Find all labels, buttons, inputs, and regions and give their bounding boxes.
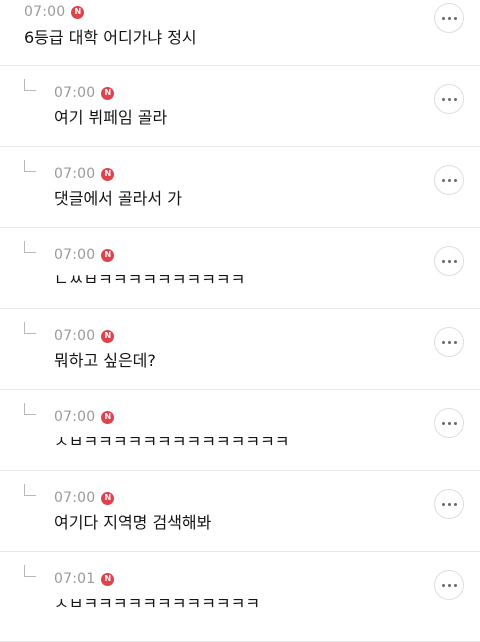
more-options-icon-dot bbox=[453, 502, 457, 506]
reply-corner-icon bbox=[24, 241, 36, 253]
more-options-button[interactable] bbox=[434, 489, 464, 519]
reply-meta: 07:01 N bbox=[54, 571, 115, 587]
more-options-button[interactable] bbox=[434, 84, 464, 114]
more-options-icon-dot bbox=[447, 340, 451, 344]
reply-timestamp: 07:00 bbox=[54, 85, 96, 101]
more-options-icon-dot bbox=[447, 16, 451, 20]
more-options-icon-dot bbox=[447, 178, 451, 182]
reply-timestamp: 07:00 bbox=[54, 166, 96, 182]
more-options-icon bbox=[441, 421, 445, 425]
new-badge-icon: N bbox=[71, 5, 85, 19]
reply-item: 07:00 N 여기다 지역명 검색해봐 bbox=[0, 471, 480, 552]
more-options-icon-dot bbox=[447, 583, 451, 587]
more-options-icon-dot bbox=[447, 259, 451, 263]
reply-corner-icon bbox=[24, 403, 36, 415]
reply-meta: 07:00 N bbox=[54, 247, 115, 263]
new-badge-icon: N bbox=[101, 248, 115, 262]
new-badge-icon: N bbox=[101, 410, 115, 424]
more-options-icon-dot bbox=[447, 97, 451, 101]
more-options-icon-dot bbox=[453, 16, 457, 20]
reply-meta: 07:00 N bbox=[54, 166, 115, 182]
more-options-icon-dot bbox=[453, 97, 457, 101]
comment-timestamp: 07:00 bbox=[24, 4, 66, 20]
reply-meta: 07:00 N bbox=[54, 85, 115, 101]
reply-item: 07:01 N ㅅㅂㅋㅋㅋㅋㅋㅋㅋㅋㅋㅋㅋㅋ bbox=[0, 552, 480, 642]
more-options-icon-dot bbox=[447, 421, 451, 425]
more-options-icon bbox=[441, 583, 445, 587]
reply-text: ㄴㅆㅂㅋㅋㅋㅋㅋㅋㅋㅋㅋㅋ bbox=[54, 270, 246, 289]
reply-text: 댓글에서 골라서 가 bbox=[54, 189, 182, 208]
new-badge-icon: N bbox=[101, 86, 115, 100]
new-badge-icon: N bbox=[101, 491, 115, 505]
reply-item: 07:00 N 여기 뷔페임 골라 bbox=[0, 66, 480, 147]
more-options-icon-dot bbox=[453, 259, 457, 263]
more-options-button[interactable] bbox=[434, 246, 464, 276]
more-options-icon bbox=[441, 97, 445, 101]
more-options-button[interactable] bbox=[434, 327, 464, 357]
more-options-icon bbox=[441, 259, 445, 263]
reply-meta: 07:00 N bbox=[54, 328, 115, 344]
more-options-icon bbox=[441, 178, 445, 182]
new-badge-icon: N bbox=[101, 167, 115, 181]
reply-item: 07:00 N ㅅㅂㅋㅋㅋㅋㅋㅋㅋㅋㅋㅋㅋㅋㅋㅋ bbox=[0, 390, 480, 471]
comment-text: 6등급 대학 어디가냐 정시 bbox=[24, 28, 197, 47]
reply-text: 여기다 지역명 검색해봐 bbox=[54, 513, 212, 532]
reply-corner-icon bbox=[24, 565, 36, 577]
more-options-icon-dot bbox=[447, 502, 451, 506]
more-options-icon bbox=[441, 340, 445, 344]
reply-text: 여기 뷔페임 골라 bbox=[54, 108, 168, 127]
reply-timestamp: 07:00 bbox=[54, 247, 96, 263]
more-options-button[interactable] bbox=[434, 570, 464, 600]
more-options-icon-dot bbox=[453, 421, 457, 425]
more-options-icon-dot bbox=[453, 178, 457, 182]
reply-corner-icon bbox=[24, 322, 36, 334]
reply-timestamp: 07:00 bbox=[54, 409, 96, 425]
more-options-icon bbox=[441, 502, 445, 506]
reply-corner-icon bbox=[24, 160, 36, 172]
comment-meta: 07:00 N bbox=[24, 4, 85, 20]
comment-item: 07:00 N 6등급 대학 어디가냐 정시 bbox=[0, 0, 480, 66]
reply-text: ㅅㅂㅋㅋㅋㅋㅋㅋㅋㅋㅋㅋㅋㅋㅋㅋ bbox=[54, 432, 290, 451]
reply-meta: 07:00 N bbox=[54, 409, 115, 425]
more-options-icon-dot bbox=[453, 340, 457, 344]
reply-item: 07:00 N 뭐하고 싶은데? bbox=[0, 309, 480, 390]
new-badge-icon: N bbox=[101, 329, 115, 343]
more-options-button[interactable] bbox=[434, 165, 464, 195]
reply-corner-icon bbox=[24, 484, 36, 496]
reply-meta: 07:00 N bbox=[54, 490, 115, 506]
more-options-icon-dot bbox=[453, 583, 457, 587]
more-options-button[interactable] bbox=[434, 3, 464, 33]
reply-item: 07:00 N 댓글에서 골라서 가 bbox=[0, 147, 480, 228]
reply-timestamp: 07:00 bbox=[54, 328, 96, 344]
reply-text: ㅅㅂㅋㅋㅋㅋㅋㅋㅋㅋㅋㅋㅋㅋ bbox=[54, 594, 261, 613]
new-badge-icon: N bbox=[101, 572, 115, 586]
reply-timestamp: 07:00 bbox=[54, 490, 96, 506]
more-options-button[interactable] bbox=[434, 408, 464, 438]
reply-text: 뭐하고 싶은데? bbox=[54, 351, 156, 370]
reply-item: 07:00 N ㄴㅆㅂㅋㅋㅋㅋㅋㅋㅋㅋㅋㅋ bbox=[0, 228, 480, 309]
more-options-icon bbox=[441, 16, 445, 20]
reply-corner-icon bbox=[24, 79, 36, 91]
reply-timestamp: 07:01 bbox=[54, 571, 96, 587]
